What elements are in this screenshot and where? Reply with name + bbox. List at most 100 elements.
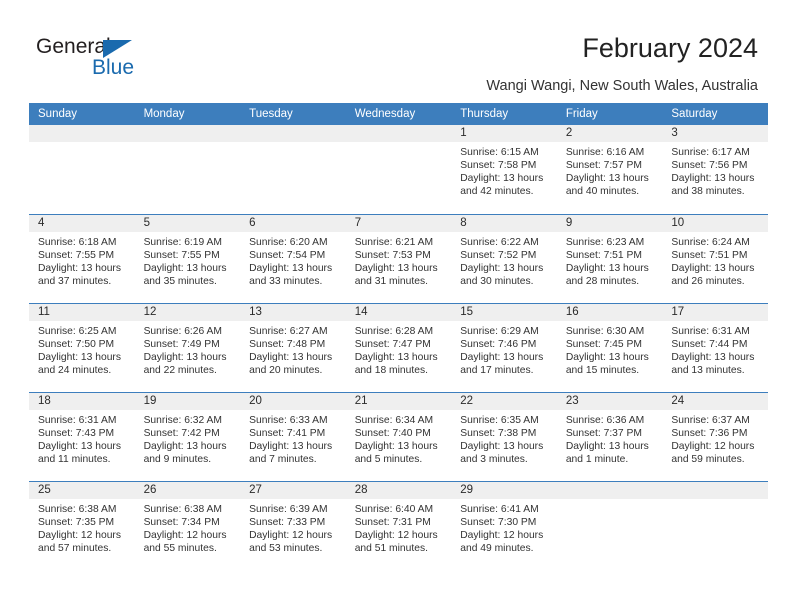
calendar-day-cell[interactable]: 21 Sunrise: 6:34 AM Sunset: 7:40 PM Dayligh…	[345, 393, 452, 481]
calendar-day-cell[interactable]: 18 Sunrise: 6:31 AM Sunset: 7:43 PM Dayligh…	[29, 393, 135, 481]
sunrise-text: Sunrise: 6:20 AM	[249, 237, 328, 248]
calendar-day-cell[interactable]: 7 Sunrise: 6:21 AM Sunset: 7:53 PM Daylight…	[345, 215, 452, 303]
daylight-text-line2: and 5 minutes.	[354, 454, 423, 466]
sunrise-text: Sunrise: 6:17 AM	[671, 147, 750, 158]
day-info	[240, 142, 346, 146]
sunset-text: Sunset: 7:43 PM	[38, 428, 115, 440]
day-number: 28	[345, 482, 452, 499]
sunrise-text: Sunrise: 6:28 AM	[354, 326, 434, 337]
daylight-text-line2: and 28 minutes.	[565, 276, 640, 288]
sunset-text: Sunset: 7:38 PM	[460, 428, 537, 440]
daylight-text-line2: and 30 minutes.	[460, 276, 534, 288]
calendar-day-cell[interactable]: 1 Sunrise: 6:15 AM Sunset: 7:58 PM Daylight…	[451, 125, 557, 213]
day-info	[662, 499, 768, 503]
day-number: 9	[556, 215, 663, 232]
weekday-header-friday: Friday	[565, 108, 598, 120]
calendar-day-cell[interactable]: 25 Sunrise: 6:38 AM Sunset: 7:35 PM Dayligh…	[29, 482, 135, 570]
day-number: 24	[662, 393, 768, 410]
daylight-text-line2: and 17 minutes.	[460, 365, 534, 377]
sunset-text: Sunset: 7:40 PM	[354, 428, 431, 440]
calendar-day-cell[interactable]: 16 Sunrise: 6:30 AM Sunset: 7:45 PM Dayligh…	[556, 304, 663, 392]
day-info: Sunrise: 6:18 AM Sunset: 7:55 PM Daylight:…	[29, 232, 135, 288]
day-number	[240, 125, 346, 142]
daylight-text-line1: Daylight: 13 hours	[38, 441, 121, 453]
sunrise-text: Sunrise: 6:24 AM	[671, 237, 750, 248]
day-info	[135, 142, 241, 146]
calendar-week-row: 1 Sunrise: 6:15 AM Sunset: 7:58 PM Daylight…	[29, 125, 768, 214]
day-info: Sunrise: 6:36 AM Sunset: 7:37 PM Daylight:…	[557, 410, 663, 466]
day-number: 5	[134, 215, 241, 232]
sunset-text: Sunset: 7:37 PM	[565, 428, 642, 440]
sunset-text: Sunset: 7:41 PM	[249, 428, 326, 440]
calendar-day-cell[interactable]: 17 Sunrise: 6:31 AM Sunset: 7:44 PM Dayligh…	[662, 304, 768, 392]
day-number: 17	[662, 304, 768, 321]
day-number: 20	[240, 393, 346, 410]
calendar-day-cell[interactable]: 26 Sunrise: 6:38 AM Sunset: 7:34 PM Dayligh…	[134, 482, 241, 570]
day-number: 14	[345, 304, 452, 321]
sunset-text: Sunset: 7:54 PM	[249, 250, 326, 262]
sunset-text: Sunset: 7:35 PM	[38, 517, 115, 529]
calendar-day-cell[interactable]: 8 Sunrise: 6:22 AM Sunset: 7:52 PM Daylight…	[451, 215, 557, 303]
daylight-text-line2: and 3 minutes.	[460, 454, 528, 466]
calendar-day-cell[interactable]: 23 Sunrise: 6:36 AM Sunset: 7:37 PM Dayligh…	[556, 393, 663, 481]
weekday-header-thursday: Thursday	[460, 108, 509, 120]
daylight-text-line1: Daylight: 13 hours	[565, 173, 649, 185]
day-number: 16	[556, 304, 663, 321]
day-number: 6	[240, 215, 346, 232]
calendar-day-cell[interactable]: 3 Sunrise: 6:17 AM Sunset: 7:56 PM Daylight…	[662, 125, 768, 213]
sunset-text: Sunset: 7:36 PM	[671, 428, 748, 440]
calendar-day-cell[interactable]: 2 Sunrise: 6:16 AM Sunset: 7:57 PM Daylight…	[556, 125, 663, 213]
calendar-day-cell[interactable]: 14 Sunrise: 6:28 AM Sunset: 7:47 PM Dayligh…	[345, 304, 452, 392]
day-info: Sunrise: 6:41 AM Sunset: 7:30 PM Daylight:…	[451, 499, 557, 555]
day-info: Sunrise: 6:30 AM Sunset: 7:45 PM Daylight:…	[557, 321, 663, 377]
day-number: 18	[29, 393, 135, 410]
calendar-day-cell[interactable]: 9 Sunrise: 6:23 AM Sunset: 7:51 PM Daylight…	[556, 215, 663, 303]
sunrise-text: Sunrise: 6:39 AM	[249, 504, 328, 515]
calendar-day-cell[interactable]: 4 Sunrise: 6:18 AM Sunset: 7:55 PM Daylight…	[29, 215, 135, 303]
calendar-day-cell[interactable]: 28 Sunrise: 6:40 AM Sunset: 7:31 PM Dayligh…	[345, 482, 452, 570]
daylight-text-line2: and 7 minutes.	[249, 454, 317, 466]
calendar-day-cell[interactable]: 24 Sunrise: 6:37 AM Sunset: 7:36 PM Dayligh…	[662, 393, 768, 481]
calendar-day-cell[interactable]: 10 Sunrise: 6:24 AM Sunset: 7:51 PM Dayligh…	[662, 215, 768, 303]
calendar-day-cell[interactable]: 22 Sunrise: 6:35 AM Sunset: 7:38 PM Dayligh…	[451, 393, 557, 481]
sunset-text: Sunset: 7:31 PM	[354, 517, 431, 529]
calendar-day-cell[interactable]: 19 Sunrise: 6:32 AM Sunset: 7:42 PM Dayligh…	[134, 393, 241, 481]
day-number: 23	[556, 393, 663, 410]
sunset-text: Sunset: 7:58 PM	[460, 160, 537, 172]
day-number: 7	[345, 215, 452, 232]
sunrise-text: Sunrise: 6:15 AM	[460, 147, 539, 158]
page-subtitle: Wangi Wangi, New South Wales, Australia	[486, 78, 758, 94]
day-number: 12	[134, 304, 241, 321]
day-number: 3	[662, 125, 768, 142]
calendar-day-cell[interactable]: 20 Sunrise: 6:33 AM Sunset: 7:41 PM Dayligh…	[240, 393, 346, 481]
daylight-text-line1: Daylight: 13 hours	[354, 352, 438, 364]
day-info: Sunrise: 6:37 AM Sunset: 7:36 PM Daylight:…	[662, 410, 768, 466]
sunset-text: Sunset: 7:34 PM	[143, 517, 220, 529]
sunrise-text: Sunrise: 6:18 AM	[38, 237, 117, 248]
daylight-text-line2: and 40 minutes.	[565, 186, 640, 198]
calendar-day-cell[interactable]: 5 Sunrise: 6:19 AM Sunset: 7:55 PM Daylight…	[134, 215, 241, 303]
calendar-day-cell[interactable]: 15 Sunrise: 6:29 AM Sunset: 7:46 PM Dayligh…	[451, 304, 557, 392]
calendar-day-cell[interactable]: 12 Sunrise: 6:26 AM Sunset: 7:49 PM Dayligh…	[134, 304, 241, 392]
calendar-grid: Sunday Monday Tuesday Wednesday Thursday…	[29, 103, 768, 570]
daylight-text-line1: Daylight: 13 hours	[249, 263, 333, 275]
day-info: Sunrise: 6:19 AM Sunset: 7:55 PM Daylight:…	[135, 232, 241, 288]
daylight-text-line2: and 22 minutes.	[143, 365, 217, 377]
calendar-day-cell[interactable]: 13 Sunrise: 6:27 AM Sunset: 7:48 PM Dayligh…	[240, 304, 346, 392]
day-info	[29, 142, 135, 146]
sunset-text: Sunset: 7:53 PM	[354, 250, 431, 262]
calendar-day-cell[interactable]: 29 Sunrise: 6:41 AM Sunset: 7:30 PM Dayligh…	[451, 482, 557, 570]
sunset-text: Sunset: 7:52 PM	[460, 250, 537, 262]
general-blue-logo[interactable]: General Blue	[36, 36, 236, 86]
daylight-text-line1: Daylight: 13 hours	[460, 441, 544, 453]
day-number: 8	[451, 215, 557, 232]
calendar-day-cell[interactable]: 27 Sunrise: 6:39 AM Sunset: 7:33 PM Dayligh…	[240, 482, 346, 570]
day-number: 22	[451, 393, 557, 410]
calendar-day-cell[interactable]: 6 Sunrise: 6:20 AM Sunset: 7:54 PM Daylight…	[240, 215, 346, 303]
daylight-text-line1: Daylight: 13 hours	[460, 263, 544, 275]
day-info: Sunrise: 6:24 AM Sunset: 7:51 PM Daylight:…	[662, 232, 768, 288]
calendar-day-cell[interactable]: 11 Sunrise: 6:25 AM Sunset: 7:50 PM Dayligh…	[29, 304, 135, 392]
sunrise-text: Sunrise: 6:30 AM	[565, 326, 645, 337]
daylight-text-line1: Daylight: 13 hours	[565, 263, 649, 275]
sunrise-text: Sunrise: 6:23 AM	[565, 237, 645, 248]
